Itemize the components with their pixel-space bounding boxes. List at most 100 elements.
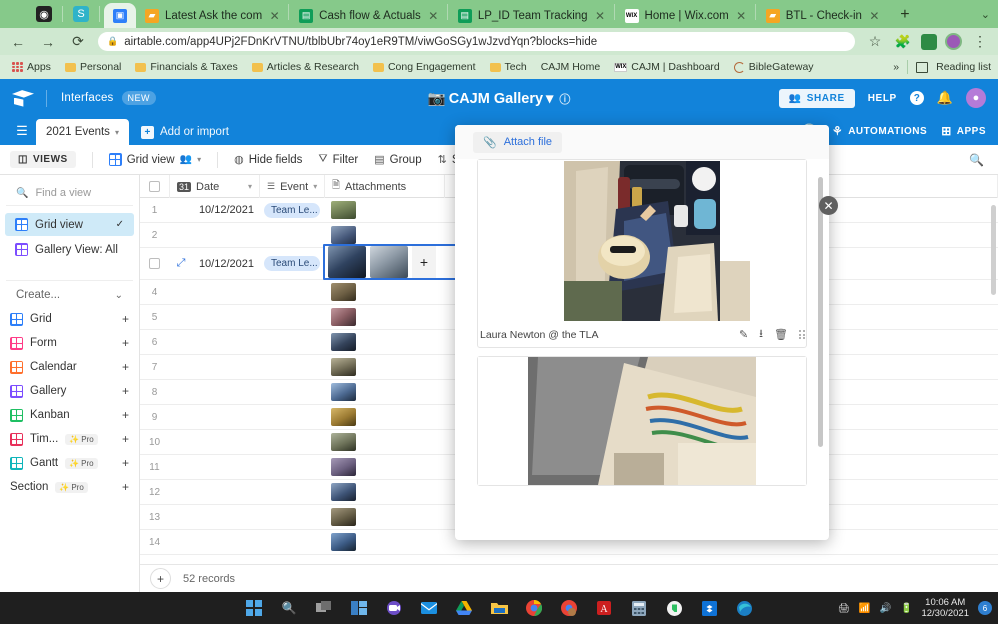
user-avatar[interactable]: ● — [966, 88, 986, 108]
cell-event[interactable]: Team Le... — [260, 198, 325, 222]
battery-icon[interactable]: 🔋 — [901, 603, 913, 614]
cell-event[interactable] — [260, 505, 325, 529]
create-item-gallery[interactable]: Gallery + — [0, 379, 139, 403]
plus-icon[interactable]: + — [122, 432, 129, 446]
cell-event[interactable] — [260, 355, 325, 379]
hide-fields-button[interactable]: ◍ Hide fields — [234, 153, 302, 167]
google-drive-icon[interactable] — [454, 598, 475, 619]
trash-icon[interactable]: 🗑 — [774, 328, 788, 341]
create-item-section[interactable]: Section ✨ Pro + — [0, 475, 139, 499]
extensions-puzzle-icon[interactable]: 🧩 — [893, 32, 913, 52]
cell-event[interactable] — [260, 330, 325, 354]
create-item-form[interactable]: Form + — [0, 331, 139, 355]
cell-date[interactable] — [170, 455, 260, 479]
bookmark-personal[interactable]: Personal — [60, 59, 126, 75]
create-item-calendar[interactable]: Calendar + — [0, 355, 139, 379]
cell-date[interactable] — [170, 505, 260, 529]
table-tab-2021-events[interactable]: 2021 Events ▾ — [36, 119, 129, 145]
plus-icon[interactable]: + — [122, 408, 129, 422]
cell-date[interactable] — [170, 305, 260, 329]
cell-date[interactable] — [170, 430, 260, 454]
cell-date[interactable]: 10/12/2021 — [170, 198, 260, 222]
cell-attachments[interactable] — [325, 480, 445, 504]
chevron-down-icon[interactable]: ▾ — [115, 128, 119, 137]
current-view-button[interactable]: Grid view 👥 ▾ — [108, 153, 201, 166]
bookmarks-overflow-button[interactable]: » — [893, 61, 899, 73]
cell-attachments[interactable] — [325, 305, 445, 329]
close-icon[interactable]: ✕ — [735, 9, 748, 23]
question-icon[interactable]: ? — [909, 91, 924, 105]
chevron-down-icon[interactable]: ▾ — [546, 91, 553, 107]
cell-attachments[interactable] — [325, 330, 445, 354]
cell-attachments[interactable] — [325, 430, 445, 454]
task-view-icon[interactable] — [314, 598, 335, 619]
attachment-list[interactable]: Laura Newton @ the TLA ✎ ⭳ 🗑 — [455, 159, 829, 540]
chrome-profile-icon[interactable] — [559, 598, 580, 619]
cell-attachments[interactable] — [325, 280, 445, 304]
edge-icon[interactable] — [734, 598, 755, 619]
row-checkbox[interactable] — [140, 248, 170, 279]
close-icon[interactable]: ✕ — [819, 196, 838, 215]
cell-event[interactable] — [260, 530, 325, 554]
bookmark-star-icon[interactable]: ☆ — [865, 32, 885, 52]
cell-date[interactable] — [170, 355, 260, 379]
sidebar-item-gallery-view-all[interactable]: Gallery View: All — [5, 238, 134, 261]
column-header-attachments[interactable]: 🗎 Attachments — [325, 175, 445, 198]
back-button[interactable]: ← — [8, 32, 28, 52]
airtable-logo-icon[interactable] — [12, 89, 34, 107]
plus-icon[interactable]: + — [122, 336, 129, 350]
cell-date[interactable] — [170, 280, 260, 304]
share-button[interactable]: 👥 SHARE — [778, 88, 855, 108]
chevron-down-icon[interactable]: ▾ — [248, 182, 252, 191]
cell-date[interactable] — [170, 405, 260, 429]
group-button[interactable]: ▤ Group — [374, 153, 421, 167]
chevron-down-icon[interactable]: ⌄ — [115, 290, 123, 301]
cell-date[interactable] — [170, 330, 260, 354]
edit-icon[interactable]: ✎ — [739, 328, 748, 341]
close-icon[interactable]: ✕ — [868, 9, 881, 23]
bookmark-tech[interactable]: Tech — [485, 59, 532, 75]
globe-icon[interactable]: ◉ — [36, 6, 52, 22]
attachment-item[interactable]: Laura Newton @ the TLA ✎ ⭳ 🗑 — [477, 159, 807, 348]
close-icon[interactable]: ✕ — [594, 9, 607, 23]
cell-attachments[interactable] — [325, 505, 445, 529]
filter-button[interactable]: ⛛ Filter — [318, 153, 358, 166]
close-icon[interactable]: ✕ — [268, 9, 281, 23]
cell-event[interactable] — [260, 280, 325, 304]
cell-attachments[interactable] — [325, 455, 445, 479]
cell-attachments[interactable] — [325, 380, 445, 404]
add-or-import-button[interactable]: + Add or import — [129, 119, 241, 145]
adobe-acrobat-icon[interactable]: A — [594, 598, 615, 619]
clock[interactable]: 10:06 AM 12/30/2021 — [921, 597, 969, 619]
apps-button[interactable]: ⊞ APPS — [941, 124, 986, 138]
views-button[interactable]: ◫ VIEWS — [10, 151, 76, 168]
cell-event[interactable] — [260, 405, 325, 429]
start-button[interactable] — [244, 598, 265, 619]
grid-vertical-scrollbar[interactable] — [991, 205, 996, 295]
cell-event[interactable] — [260, 223, 325, 247]
sidebar-item-grid-view[interactable]: Grid view ✓ — [5, 213, 134, 236]
cell-event[interactable] — [260, 480, 325, 504]
chevron-down-icon[interactable]: ▾ — [197, 155, 201, 164]
volume-icon[interactable]: 🔊 — [880, 603, 892, 614]
cell-date[interactable] — [170, 480, 260, 504]
attachment-preview-image[interactable] — [478, 160, 806, 322]
cell-date[interactable] — [170, 223, 260, 247]
expand-record-icon[interactable]: ⤢ — [170, 248, 192, 279]
chevron-down-icon[interactable]: ⌄ — [981, 8, 990, 21]
cell-date[interactable] — [170, 530, 260, 554]
plus-icon[interactable]: + — [122, 480, 129, 494]
download-icon[interactable]: ⭳ — [759, 325, 763, 344]
notification-badge[interactable]: 6 — [978, 601, 992, 615]
browser-tab-pinned[interactable]: ▣ — [104, 3, 136, 28]
forward-button[interactable]: → — [38, 32, 58, 52]
attachment-thumbnail[interactable] — [370, 246, 408, 278]
file-explorer-icon[interactable] — [489, 598, 510, 619]
attachment-preview-image[interactable] — [478, 357, 806, 485]
cell-event[interactable] — [260, 455, 325, 479]
browser-tab-0[interactable]: ▰ Latest Ask the com ✕ — [136, 3, 287, 28]
cell-attachments[interactable] — [325, 355, 445, 379]
address-bar[interactable]: 🔒 airtable.com/app4UPj2FDnKrVTNU/tblbUbr… — [98, 32, 855, 51]
cell-event[interactable] — [260, 305, 325, 329]
plus-icon[interactable]: + — [122, 384, 129, 398]
